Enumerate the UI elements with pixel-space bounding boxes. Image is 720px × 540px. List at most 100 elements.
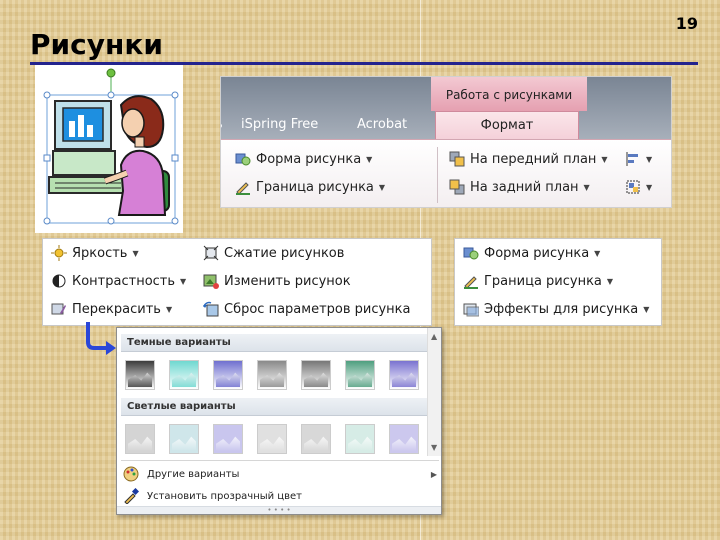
swatch-preview — [216, 436, 240, 451]
change-picture-label: Изменить рисунок — [224, 273, 351, 289]
group-button[interactable]: ▼ — [625, 179, 652, 195]
swatch-preview — [260, 372, 284, 387]
swatch-preview — [128, 372, 152, 387]
chevron-down-icon: ▼ — [606, 276, 614, 286]
pencil-icon — [235, 179, 251, 195]
chevron-down-icon: ▼ — [643, 304, 650, 314]
group-icon — [625, 179, 641, 195]
recolor-swatch[interactable] — [257, 424, 287, 454]
recolor-swatch[interactable] — [345, 424, 375, 454]
gallery-divider — [121, 460, 439, 461]
compress-icon — [203, 245, 219, 261]
tab-partial[interactable]: ь — [221, 117, 231, 132]
clipart-woman-at-computer[interactable] — [35, 65, 183, 233]
send-to-back-button[interactable]: На задний план ▼ — [449, 179, 590, 195]
recolor-swatch[interactable] — [345, 360, 375, 390]
recolor-swatch[interactable] — [213, 424, 243, 454]
chevron-down-icon: ▼ — [594, 248, 601, 258]
brightness-button[interactable]: Яркость ▼ — [51, 245, 139, 261]
swatch-preview — [348, 436, 372, 451]
dark-variants-header: Темные варианты — [121, 334, 427, 352]
picture-border-label: Граница рисунка — [256, 179, 374, 195]
picture-effects-button[interactable]: Эффекты для рисунка ▼ — [463, 301, 649, 317]
swatch-preview — [304, 436, 328, 451]
contrast-label: Контрастность — [72, 273, 176, 289]
picture-border-button-2[interactable]: Граница рисунка ▼ — [463, 273, 613, 289]
chevron-down-icon: ▼ — [132, 248, 139, 258]
chevron-right-icon: ▶ — [430, 469, 437, 479]
picture-shape-label: Форма рисунка — [484, 245, 590, 261]
pencil-icon — [463, 273, 479, 289]
chevron-down-icon: ▼ — [583, 182, 590, 192]
swatch-preview — [172, 372, 196, 387]
sun-icon — [51, 245, 67, 261]
set-transparent-color-label: Установить прозрачный цвет — [147, 490, 302, 502]
resize-grip-icon[interactable]: • • • • — [117, 506, 441, 514]
recolor-gallery: Темные варианты Светлые варианты ▲ ▼ Дру… — [116, 327, 442, 515]
eyedropper-icon — [123, 487, 140, 505]
context-tab-header: Работа с рисунками — [431, 77, 587, 111]
recolor-swatch[interactable] — [257, 360, 287, 390]
picture-shape-button[interactable]: Форма рисунка ▼ — [235, 151, 372, 167]
reset-icon — [203, 301, 219, 317]
align-icon — [625, 151, 641, 167]
chevron-down-icon: ▼ — [646, 182, 653, 192]
recolor-swatch[interactable] — [301, 424, 331, 454]
chevron-down-icon: ▼ — [646, 154, 653, 164]
brightness-label: Яркость — [72, 245, 128, 261]
recolor-icon — [51, 301, 67, 317]
recolor-swatch[interactable] — [389, 424, 419, 454]
recolor-swatch[interactable] — [125, 424, 155, 454]
change-picture-button[interactable]: Изменить рисунок — [203, 273, 351, 289]
scroll-down-icon[interactable]: ▼ — [431, 443, 437, 452]
contrast-button[interactable]: Контрастность ▼ — [51, 273, 186, 289]
picture-border-button[interactable]: Граница рисунка ▼ — [235, 179, 385, 195]
bring-to-front-button[interactable]: На передний план ▼ — [449, 151, 608, 167]
more-variants-item[interactable]: Другие варианты ▶ — [123, 464, 437, 484]
swatch-preview — [172, 436, 196, 451]
light-swatch-row — [123, 424, 423, 454]
slide-title: Рисунки — [30, 28, 163, 61]
light-variants-header: Светлые варианты — [121, 398, 427, 416]
recolor-label: Перекрасить — [72, 301, 161, 317]
recolor-swatch[interactable] — [169, 360, 199, 390]
swatch-preview — [304, 372, 328, 387]
recolor-swatch[interactable] — [389, 360, 419, 390]
compress-pictures-button[interactable]: Сжатие рисунков — [203, 245, 344, 261]
recolor-swatch[interactable] — [213, 360, 243, 390]
chevron-down-icon: ▼ — [366, 154, 373, 164]
align-button[interactable]: ▼ — [625, 151, 652, 167]
recolor-swatch[interactable] — [169, 424, 199, 454]
gallery-scrollbar[interactable]: ▲ ▼ — [427, 328, 441, 456]
ribbon-group-separator — [437, 147, 438, 203]
send-to-back-label: На задний план — [470, 179, 579, 195]
picture-shape-label: Форма рисунка — [256, 151, 362, 167]
recolor-swatch[interactable] — [301, 360, 331, 390]
swatch-preview — [216, 372, 240, 387]
set-transparent-color-item[interactable]: Установить прозрачный цвет — [123, 486, 437, 506]
picture-shape-icon — [235, 151, 251, 167]
bring-to-front-icon — [449, 151, 465, 167]
bring-to-front-label: На передний план — [470, 151, 597, 167]
scroll-up-icon[interactable]: ▲ — [431, 332, 437, 341]
swatch-preview — [128, 436, 152, 451]
swatch-preview — [392, 436, 416, 451]
picture-effects-icon — [463, 301, 480, 317]
adjust-panel: Яркость ▼ Контрастность ▼ Перекрасить ▼ … — [42, 238, 432, 326]
tab-format[interactable]: Формат — [435, 111, 579, 141]
more-variants-label: Другие варианты — [147, 468, 240, 480]
reset-picture-label: Сброс параметров рисунка — [224, 301, 411, 317]
picture-styles-panel: Форма рисунка ▼ Граница рисунка ▼ Эффект… — [454, 238, 662, 326]
picture-border-label: Граница рисунка — [484, 273, 602, 289]
picture-shape-icon — [463, 245, 479, 261]
ribbon-body — [221, 139, 671, 207]
change-picture-icon — [203, 273, 219, 289]
reset-picture-button[interactable]: Сброс параметров рисунка — [203, 301, 411, 317]
recolor-swatch[interactable] — [125, 360, 155, 390]
picture-shape-button-2[interactable]: Форма рисунка ▼ — [463, 245, 600, 261]
palette-icon — [123, 466, 139, 482]
recolor-button[interactable]: Перекрасить ▼ — [51, 301, 172, 317]
tab-acrobat[interactable]: Acrobat — [357, 117, 407, 132]
tab-ispring[interactable]: iSpring Free — [241, 117, 318, 132]
swatch-preview — [392, 372, 416, 387]
